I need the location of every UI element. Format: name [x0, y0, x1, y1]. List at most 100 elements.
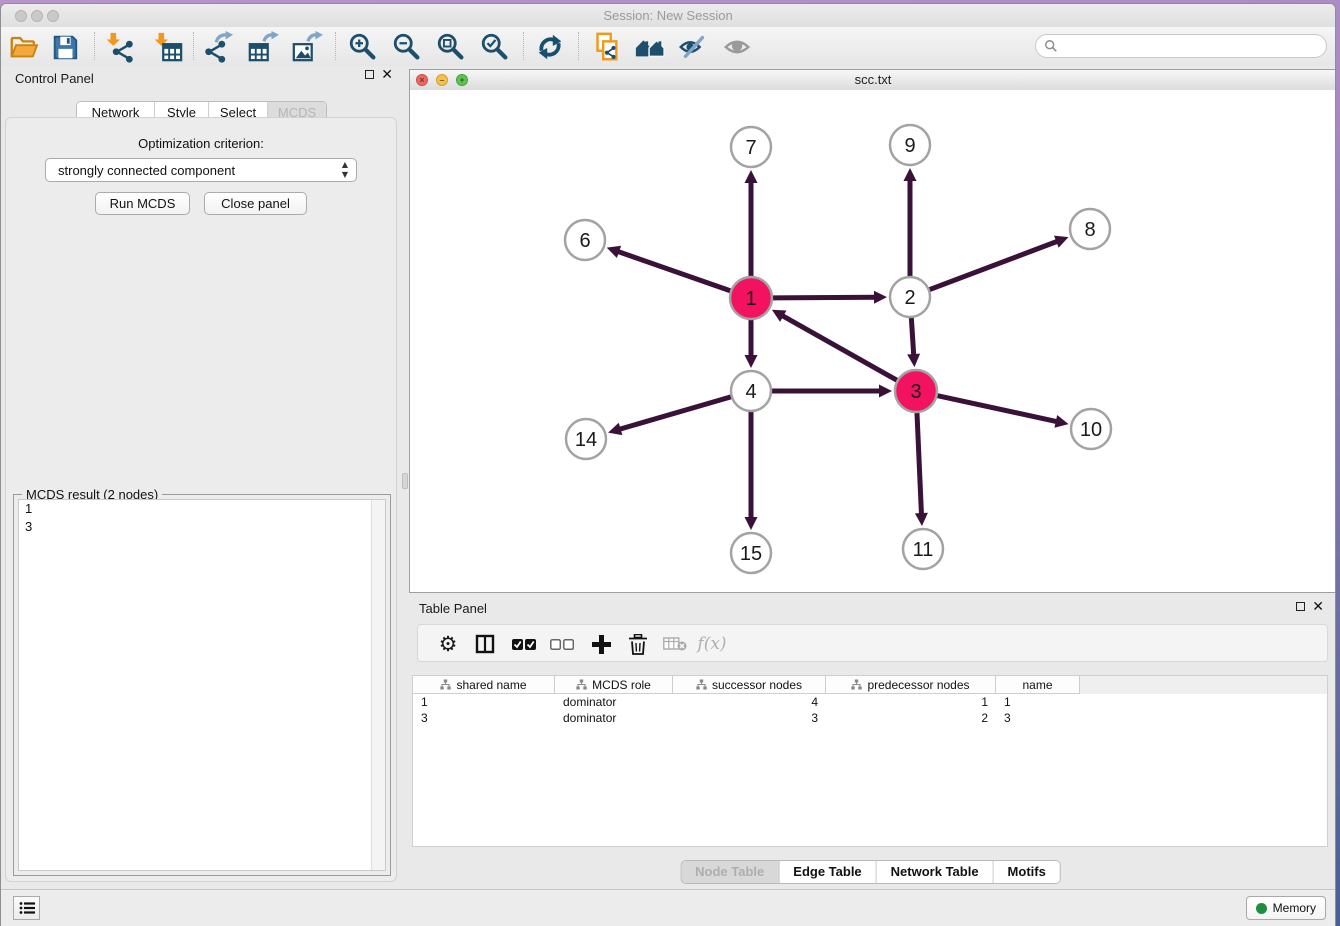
edge-arrowhead-icon — [608, 423, 622, 435]
graph-edge-3-11[interactable] — [917, 413, 922, 515]
zoom-selected-icon[interactable] — [478, 30, 512, 64]
network-window-titlebar[interactable]: × – + scc.txt — [410, 70, 1336, 91]
edge-arrowhead-icon — [874, 291, 887, 304]
cell-predecessor-nodes[interactable]: 1 — [826, 694, 996, 710]
column-header-name[interactable]: name — [996, 676, 1080, 694]
hide-selected-icon[interactable] — [676, 30, 710, 64]
edge-arrowhead-icon — [745, 517, 758, 530]
close-panel-button[interactable]: Close panel — [204, 192, 307, 215]
import-table-icon[interactable] — [150, 30, 184, 64]
network-view-title: scc.txt — [410, 70, 1336, 90]
cell-name[interactable]: 3 — [996, 710, 1080, 726]
settings-gear-icon[interactable]: ⚙ — [434, 630, 462, 658]
graph-node-label: 9 — [904, 135, 915, 157]
close-view-icon[interactable]: × — [416, 74, 428, 86]
export-network-icon[interactable] — [202, 30, 236, 64]
first-neighbors-icon[interactable] — [633, 30, 667, 64]
export-table-icon[interactable] — [246, 30, 280, 64]
edge-arrowhead-icon — [907, 354, 920, 367]
column-header-successor-nodes[interactable]: successor nodes — [673, 676, 826, 694]
table-panel-title: Table Panel — [419, 601, 487, 616]
table-row[interactable]: 1dominator411 — [413, 694, 1327, 710]
close-window-icon[interactable] — [15, 10, 27, 22]
save-session-icon[interactable] — [48, 30, 82, 64]
export-image-icon[interactable] — [290, 30, 324, 64]
refresh-icon[interactable] — [533, 30, 567, 64]
mcds-result-group: MCDS result (2 nodes) 1 3 — [13, 494, 391, 876]
optimization-criterion-select[interactable]: strongly connected component ▲▼ — [45, 158, 357, 182]
graph-edge-2-3[interactable] — [911, 318, 913, 356]
mcds-result-list[interactable]: 1 3 — [18, 499, 386, 871]
tab-network-table[interactable]: Network Table — [877, 861, 994, 883]
optimization-criterion-label: Optimization criterion: — [1, 136, 401, 151]
graph-edge-4-14[interactable] — [619, 397, 731, 430]
column-layout-icon[interactable] — [471, 630, 499, 658]
deselect-all-icon[interactable] — [548, 630, 576, 658]
delete-table-icon[interactable] — [661, 630, 689, 658]
cell-mcds-role[interactable]: dominator — [555, 710, 673, 726]
result-scrollbar[interactable] — [371, 500, 385, 870]
table-row[interactable]: 3dominator323 — [413, 710, 1327, 726]
edge-arrowhead-icon — [745, 170, 758, 183]
memory-button[interactable]: Memory — [1246, 896, 1326, 920]
zoom-in-icon[interactable] — [346, 30, 380, 64]
attribute-type-icon — [696, 679, 707, 690]
function-builder-icon[interactable]: f(x) — [698, 630, 726, 658]
cell-successor-nodes[interactable]: 3 — [673, 710, 826, 726]
cell-mcds-role[interactable]: dominator — [555, 694, 673, 710]
graph-node-label: 4 — [745, 381, 756, 403]
title-bar: Session: New Session — [1, 4, 1335, 27]
show-all-icon[interactable] — [721, 30, 755, 64]
cell-shared-name[interactable]: 1 — [413, 694, 555, 710]
cell-shared-name[interactable]: 3 — [413, 710, 555, 726]
graph-edge-3-10[interactable] — [937, 396, 1057, 422]
open-file-icon[interactable] — [6, 30, 40, 64]
cell-successor-nodes[interactable]: 4 — [673, 694, 826, 710]
table-panel: Table Panel ✕ ⚙ — [406, 596, 1335, 890]
splitter-handle-icon[interactable] — [402, 473, 408, 489]
column-header-shared-name[interactable]: shared name — [413, 676, 555, 694]
attribute-type-icon — [851, 679, 862, 690]
minimize-window-icon[interactable] — [31, 10, 43, 22]
float-panel-icon[interactable] — [365, 70, 374, 79]
graph-edge-2-8[interactable] — [930, 241, 1059, 290]
app-window: Session: New Session — [0, 3, 1336, 926]
maximize-window-icon[interactable] — [47, 10, 59, 22]
graph-edge-1-2[interactable] — [773, 297, 876, 298]
maximize-view-icon[interactable]: + — [456, 74, 468, 86]
duplicate-network-icon[interactable] — [589, 30, 623, 64]
select-all-icon[interactable] — [510, 630, 538, 658]
status-bar: Memory — [1, 889, 1335, 926]
edge-arrowhead-icon — [879, 385, 892, 398]
cell-name[interactable]: 1 — [996, 694, 1080, 710]
add-column-icon[interactable] — [587, 630, 615, 658]
toolbar-separator — [523, 32, 524, 60]
zoom-fit-icon[interactable] — [434, 30, 468, 64]
column-header-mcds-role[interactable]: MCDS role — [555, 676, 673, 694]
tab-motifs[interactable]: Motifs — [994, 861, 1060, 883]
cell-predecessor-nodes[interactable]: 2 — [826, 710, 996, 726]
run-mcds-button[interactable]: Run MCDS — [95, 192, 190, 215]
list-icon — [19, 901, 35, 915]
float-table-panel-icon[interactable] — [1296, 602, 1305, 611]
table-toolbar: ⚙ f(x) — [417, 624, 1328, 662]
tab-node-table[interactable]: Node Table — [681, 861, 779, 883]
graph-edge-3-1[interactable] — [781, 315, 896, 380]
delete-column-icon[interactable] — [624, 630, 652, 658]
result-line: 3 — [19, 518, 385, 536]
minimize-view-icon[interactable]: – — [436, 74, 448, 86]
toolbar-separator — [335, 32, 336, 60]
toolbar-separator — [94, 32, 95, 60]
graph-node-label: 6 — [579, 230, 590, 252]
import-network-icon[interactable] — [102, 30, 136, 64]
control-panel-title: Control Panel — [15, 71, 94, 86]
network-canvas[interactable]: 7968124314101511 — [410, 90, 1336, 592]
column-header-predecessor-nodes[interactable]: predecessor nodes — [826, 676, 996, 694]
search-input[interactable] — [1035, 34, 1327, 58]
tab-edge-table[interactable]: Edge Table — [779, 861, 876, 883]
close-panel-icon[interactable]: ✕ — [381, 69, 393, 79]
graph-edge-1-6[interactable] — [617, 251, 730, 291]
show-panels-list-button[interactable] — [13, 896, 40, 920]
close-table-panel-icon[interactable]: ✕ — [1312, 601, 1324, 611]
zoom-out-icon[interactable] — [390, 30, 424, 64]
